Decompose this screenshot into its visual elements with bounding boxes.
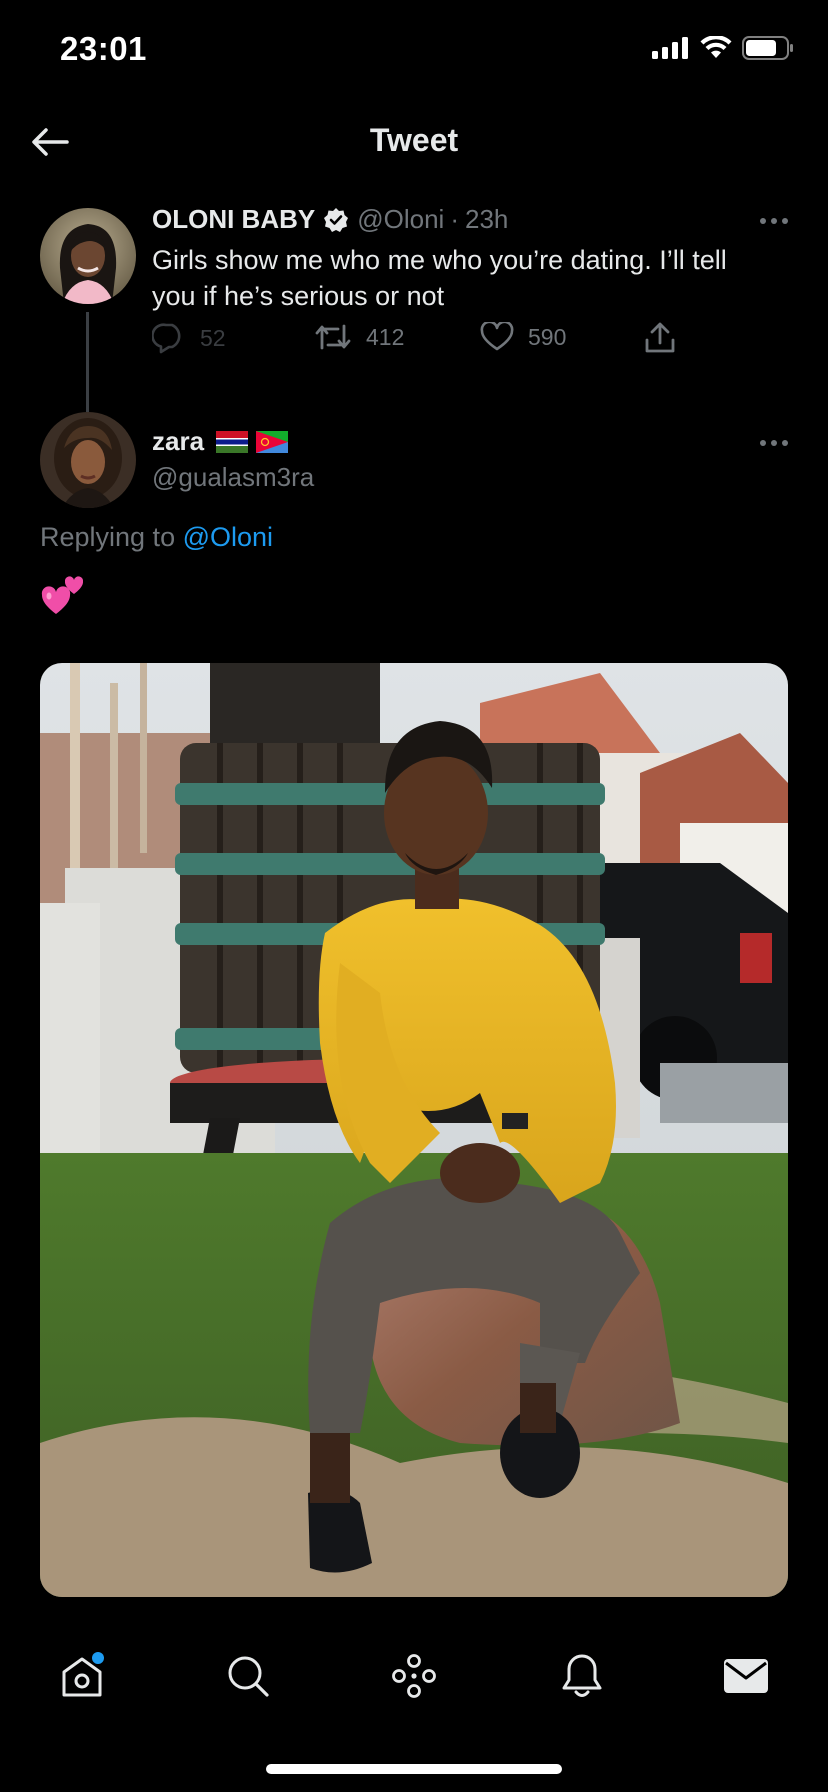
tweet-header: OLONI BABY @Oloni · 23h	[152, 204, 508, 235]
wifi-icon	[700, 36, 732, 58]
reply-button[interactable]: 52	[152, 322, 226, 354]
parent-tweet[interactable]: OLONI BABY @Oloni · 23h Girls show me wh…	[0, 190, 828, 412]
avatar-image	[40, 412, 136, 508]
tab-messages[interactable]	[718, 1648, 774, 1704]
status-bar: 23:01	[0, 0, 828, 100]
heart-icon	[480, 322, 514, 351]
tab-spaces[interactable]	[386, 1648, 442, 1704]
retweet-button[interactable]: 412	[314, 322, 404, 352]
home-indicator[interactable]	[266, 1764, 562, 1774]
page-title: Tweet	[369, 122, 459, 158]
battery-icon	[742, 36, 793, 60]
verified-badge-icon	[323, 207, 349, 233]
thread-line	[86, 312, 89, 412]
reply-count: 52	[200, 324, 226, 351]
messages-icon	[724, 1659, 768, 1693]
eritrea-flag-icon	[256, 430, 289, 453]
reply-text	[40, 574, 86, 623]
author-handle: @Oloni	[357, 204, 445, 234]
home-icon	[62, 1652, 104, 1697]
tweet-actions: 52 412 590	[152, 322, 712, 362]
share-icon	[645, 322, 675, 353]
tweet-photo[interactable]	[40, 663, 788, 1597]
tab-search[interactable]	[220, 1648, 276, 1704]
cellular-signal-icon	[652, 37, 688, 59]
header: Tweet	[0, 100, 828, 188]
separator-dot: ·	[450, 204, 459, 234]
gambia-flag-icon	[216, 430, 249, 453]
reply-more-options-icon[interactable]	[760, 440, 788, 446]
tab-home[interactable]	[54, 1648, 110, 1704]
spaces-icon	[392, 1654, 436, 1698]
like-count: 590	[528, 323, 567, 350]
reply-icon	[152, 323, 181, 354]
tab-notifications[interactable]	[554, 1648, 610, 1704]
retweet-count: 412	[366, 323, 405, 350]
reply-avatar[interactable]	[40, 412, 136, 508]
share-button[interactable]	[644, 322, 676, 354]
tab-bar	[0, 1620, 828, 1730]
status-time: 23:01	[60, 30, 147, 67]
search-icon	[228, 1656, 269, 1697]
notifications-icon	[562, 1654, 602, 1697]
notification-dot	[92, 1652, 104, 1664]
tweet-text: Girls show me who me who you’re dating. …	[152, 245, 727, 311]
replying-prefix: Replying to	[40, 522, 176, 552]
reply-author-name[interactable]: zara	[152, 426, 204, 457]
author-name[interactable]: OLONI BABY	[152, 204, 315, 235]
replying-to-link[interactable]: @Oloni	[183, 522, 273, 552]
reply-author: zara @gualasm3ra	[0, 410, 828, 520]
tweet-time[interactable]: 23h	[465, 204, 508, 235]
reply-name-row: zara	[152, 426, 289, 457]
reply-author-handle: @gualasm3ra	[152, 462, 315, 492]
avatar-image	[40, 208, 136, 304]
two-hearts-icon	[41, 576, 84, 614]
retweet-icon	[315, 324, 351, 350]
replying-to: Replying to @Oloni	[40, 522, 273, 553]
more-options-icon[interactable]	[760, 218, 788, 224]
like-button[interactable]: 590	[480, 322, 566, 352]
photo-image	[40, 663, 788, 1597]
parent-avatar[interactable]	[40, 208, 136, 304]
status-icons	[652, 36, 794, 60]
